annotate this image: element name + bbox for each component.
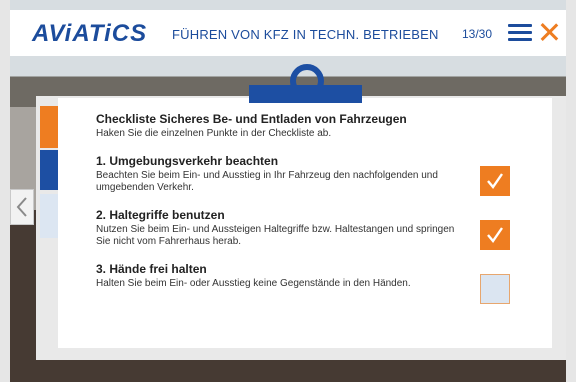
checklist-item-description: Nutzen Sie beim Ein- und Aussteigen Halt… [96, 224, 455, 247]
close-icon[interactable] [540, 23, 558, 41]
checkmark-icon [487, 173, 503, 189]
top-bar: AViATiCS FÜHREN VON KFZ IN TECHN. BETRIE… [10, 10, 566, 56]
checklist-card: Checkliste Sicheres Be- und Entladen von… [58, 98, 552, 348]
checklist-item-title: 3. Hände frei halten [96, 262, 207, 276]
checklist-item-title: 1. Umgebungsverkehr beachten [96, 154, 279, 168]
course-title: FÜHREN VON KFZ IN TECHN. BETRIEBEN [172, 27, 439, 42]
page-counter: 13/30 [462, 27, 493, 41]
checklist-instruction: Haken Sie die einzelnen Punkte in der Ch… [96, 128, 332, 139]
checklist-item-title: 2. Haltegriffe benutzen [96, 208, 225, 222]
hamburger-menu-icon[interactable] [508, 24, 532, 42]
aviatics-logo: AViATiCS [32, 20, 148, 47]
checklist-item-1: 1. Umgebungsverkehr beachten Beachten Si… [96, 154, 456, 194]
previous-page-button[interactable] [10, 189, 34, 225]
checklist-item-description: Beachten Sie beim Ein- und Ausstieg in I… [96, 170, 438, 193]
clipboard-clip [249, 85, 362, 103]
panel-tab-blue [40, 150, 60, 190]
checkmark-icon [487, 227, 503, 243]
checklist-item-3: 3. Hände frei halten Halten Sie beim Ein… [96, 262, 456, 290]
checkbox-item-3[interactable] [480, 274, 510, 304]
checklist-title: Checkliste Sicheres Be- und Entladen von… [96, 112, 407, 126]
checklist-item-2: 2. Haltegriffe benutzen Nutzen Sie beim … [96, 208, 456, 248]
panel-tab-light [40, 194, 60, 238]
chevron-left-icon [16, 197, 27, 217]
checkbox-item-2[interactable] [480, 220, 510, 250]
checklist-item-description: Halten Sie beim Ein- oder Ausstieg keine… [96, 278, 411, 289]
checkbox-item-1[interactable] [480, 166, 510, 196]
